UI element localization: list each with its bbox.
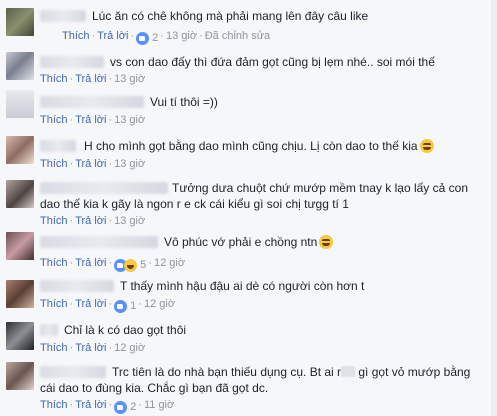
comment: Trc tiên là do nhà bạn thiếu dụng cụ. Bt… — [0, 358, 497, 416]
timestamp[interactable]: 13 giờ — [114, 114, 145, 126]
avatar[interactable] — [6, 180, 34, 208]
comment-text: Tưởng dưa chuột chứ mướp mềm tnay k lạo … — [172, 181, 468, 195]
comment: Vô phúc vớ phải e chồng ntn Thích · Trả lờ… — [0, 228, 497, 272]
commenter-name[interactable] — [40, 140, 76, 152]
crying-emoji — [419, 139, 434, 153]
comment-actions: Thích · Trả lời · 12 giờ — [40, 342, 146, 354]
timestamp[interactable]: 13 giờ — [114, 158, 145, 170]
reply-link[interactable]: Trả lời — [75, 215, 106, 227]
redacted-text — [341, 366, 356, 377]
reaction-summary[interactable]: 1 — [114, 299, 136, 313]
reply-link[interactable]: Trả lời — [75, 399, 106, 411]
timestamp[interactable]: 13 giờ — [114, 215, 145, 227]
reply-link[interactable]: Trả lời — [75, 342, 106, 354]
scrollbar[interactable] — [491, 0, 497, 416]
like-link[interactable]: Thích — [40, 158, 68, 170]
reply-link[interactable]: Trả lời — [75, 158, 106, 170]
comment-text: Trc tiên là do nhà bạn thiếu dụng cụ. Bt… — [112, 365, 471, 379]
comment-text: Lúc ăn có chê không mà phải mang lên đây… — [92, 9, 369, 23]
like-link[interactable]: Thích — [40, 257, 68, 269]
reply-link[interactable]: Trả lời — [97, 30, 128, 42]
avatar[interactable] — [6, 8, 34, 36]
laughing-emoji — [319, 235, 334, 249]
comment-actions: Thích · Trả lời · 2 · 13 giờ · Đã chỉnh sửa — [62, 30, 271, 45]
comment-actions: Thích · Trả lời · 13 giờ — [40, 114, 146, 126]
comment-actions: Thích · Trả lời · 13 giờ — [40, 158, 146, 170]
comment-thread: Lúc ăn có chê không mà phải mang lên đây… — [0, 0, 497, 416]
timestamp[interactable]: 13 giờ — [166, 30, 197, 42]
commenter-name[interactable] — [40, 236, 158, 248]
comment-actions: Thích · Trả lời · 1 · 12 giờ — [40, 298, 176, 313]
reaction-count: 2 — [130, 401, 137, 413]
avatar[interactable] — [6, 280, 34, 308]
comment: Lúc ăn có chê không mà phải mang lên đây… — [0, 0, 497, 46]
like-link[interactable]: Thích — [40, 73, 68, 85]
like-link[interactable]: Thích — [40, 114, 68, 126]
comment: Tưởng dưa chuột chứ mướp mềm tnay k lạo … — [0, 174, 497, 228]
reaction-summary[interactable]: 2 — [114, 400, 136, 414]
timestamp[interactable]: 12 giờ — [114, 342, 145, 354]
commenter-name[interactable] — [40, 10, 86, 22]
avatar[interactable] — [6, 322, 34, 350]
comment-actions: Thích · Trả lời · 13 giờ — [40, 73, 146, 85]
avatar[interactable] — [6, 362, 34, 390]
timestamp[interactable]: 12 giờ — [144, 298, 175, 310]
like-icon — [114, 400, 128, 414]
commenter-name[interactable] — [40, 56, 104, 68]
reaction-count: 5 — [140, 259, 147, 271]
comment-actions: Thích · Trả lời · 5 · 12 giờ — [40, 257, 186, 272]
comment-text: T thấy mình hậu đậu ai dè có người còn h… — [120, 279, 365, 293]
comment: vs con dao đấy thì đứa đảm gọt cũng bị l… — [0, 46, 497, 88]
like-link[interactable]: Thích — [40, 342, 68, 354]
comment-actions: Thích · Trả lời · 13 giờ — [40, 215, 146, 227]
comment-actions: Thích · Trả lời · 2 · 11 giờ — [40, 399, 175, 414]
reply-link[interactable]: Trả lời — [75, 298, 106, 310]
comment-text: Vô phúc vớ phải e chồng ntn — [164, 234, 334, 250]
comment: T thấy mình hậu đậu ai dè có người còn h… — [0, 272, 497, 316]
reply-link[interactable]: Trả lời — [75, 257, 106, 269]
timestamp[interactable]: 13 giờ — [114, 73, 145, 85]
reaction-summary[interactable]: 5 — [114, 258, 146, 272]
avatar[interactable] — [6, 136, 34, 164]
avatar[interactable] — [6, 52, 34, 80]
edited-label: Đã chỉnh sửa — [204, 30, 271, 42]
like-link[interactable]: Thích — [40, 399, 68, 411]
commenter-name[interactable] — [40, 182, 168, 194]
timestamp[interactable]: 11 giờ — [144, 399, 174, 411]
comment: Chỉ là k có dao gọt thôi Thích · Trả lời · 1… — [0, 316, 497, 358]
comment: Vui tí thôi =)) Thích · Trả lời · 13 giờ — [0, 88, 497, 132]
haha-icon — [124, 258, 138, 272]
like-icon — [136, 31, 150, 45]
reaction-count: 1 — [130, 300, 137, 312]
commenter-name[interactable] — [40, 324, 58, 336]
commenter-name[interactable] — [40, 280, 114, 292]
reply-link[interactable]: Trả lời — [75, 114, 106, 126]
like-icon — [114, 299, 128, 313]
timestamp[interactable]: 12 giờ — [154, 257, 185, 269]
like-link[interactable]: Thích — [62, 30, 90, 42]
comment-text: H cho mình gọt bằng dao mình cũng chịu. … — [84, 138, 434, 154]
comment-text: vs con dao đấy thì đứa đảm gọt cũng bị l… — [110, 55, 435, 69]
comment-text-line: dao thế kia k gãy là ngon r e ck cái kiể… — [40, 197, 349, 211]
commenter-name[interactable] — [40, 366, 106, 378]
reaction-count: 2 — [152, 32, 159, 44]
comment: H cho mình gọt bằng dao mình cũng chịu. … — [0, 132, 497, 174]
reply-link[interactable]: Trả lời — [75, 73, 106, 85]
like-link[interactable]: Thích — [40, 215, 68, 227]
avatar[interactable] — [6, 232, 34, 260]
comment-text-line: cái dao to đùng kia. Chắc gì bạn đã gọt … — [40, 381, 269, 395]
reaction-summary[interactable]: 2 — [136, 31, 158, 45]
comment-text: Chỉ là k có dao gọt thôi — [64, 323, 187, 337]
avatar[interactable] — [6, 90, 34, 118]
like-link[interactable]: Thích — [40, 298, 68, 310]
comment-text: Vui tí thôi =)) — [150, 95, 218, 109]
commenter-name[interactable] — [40, 96, 144, 108]
